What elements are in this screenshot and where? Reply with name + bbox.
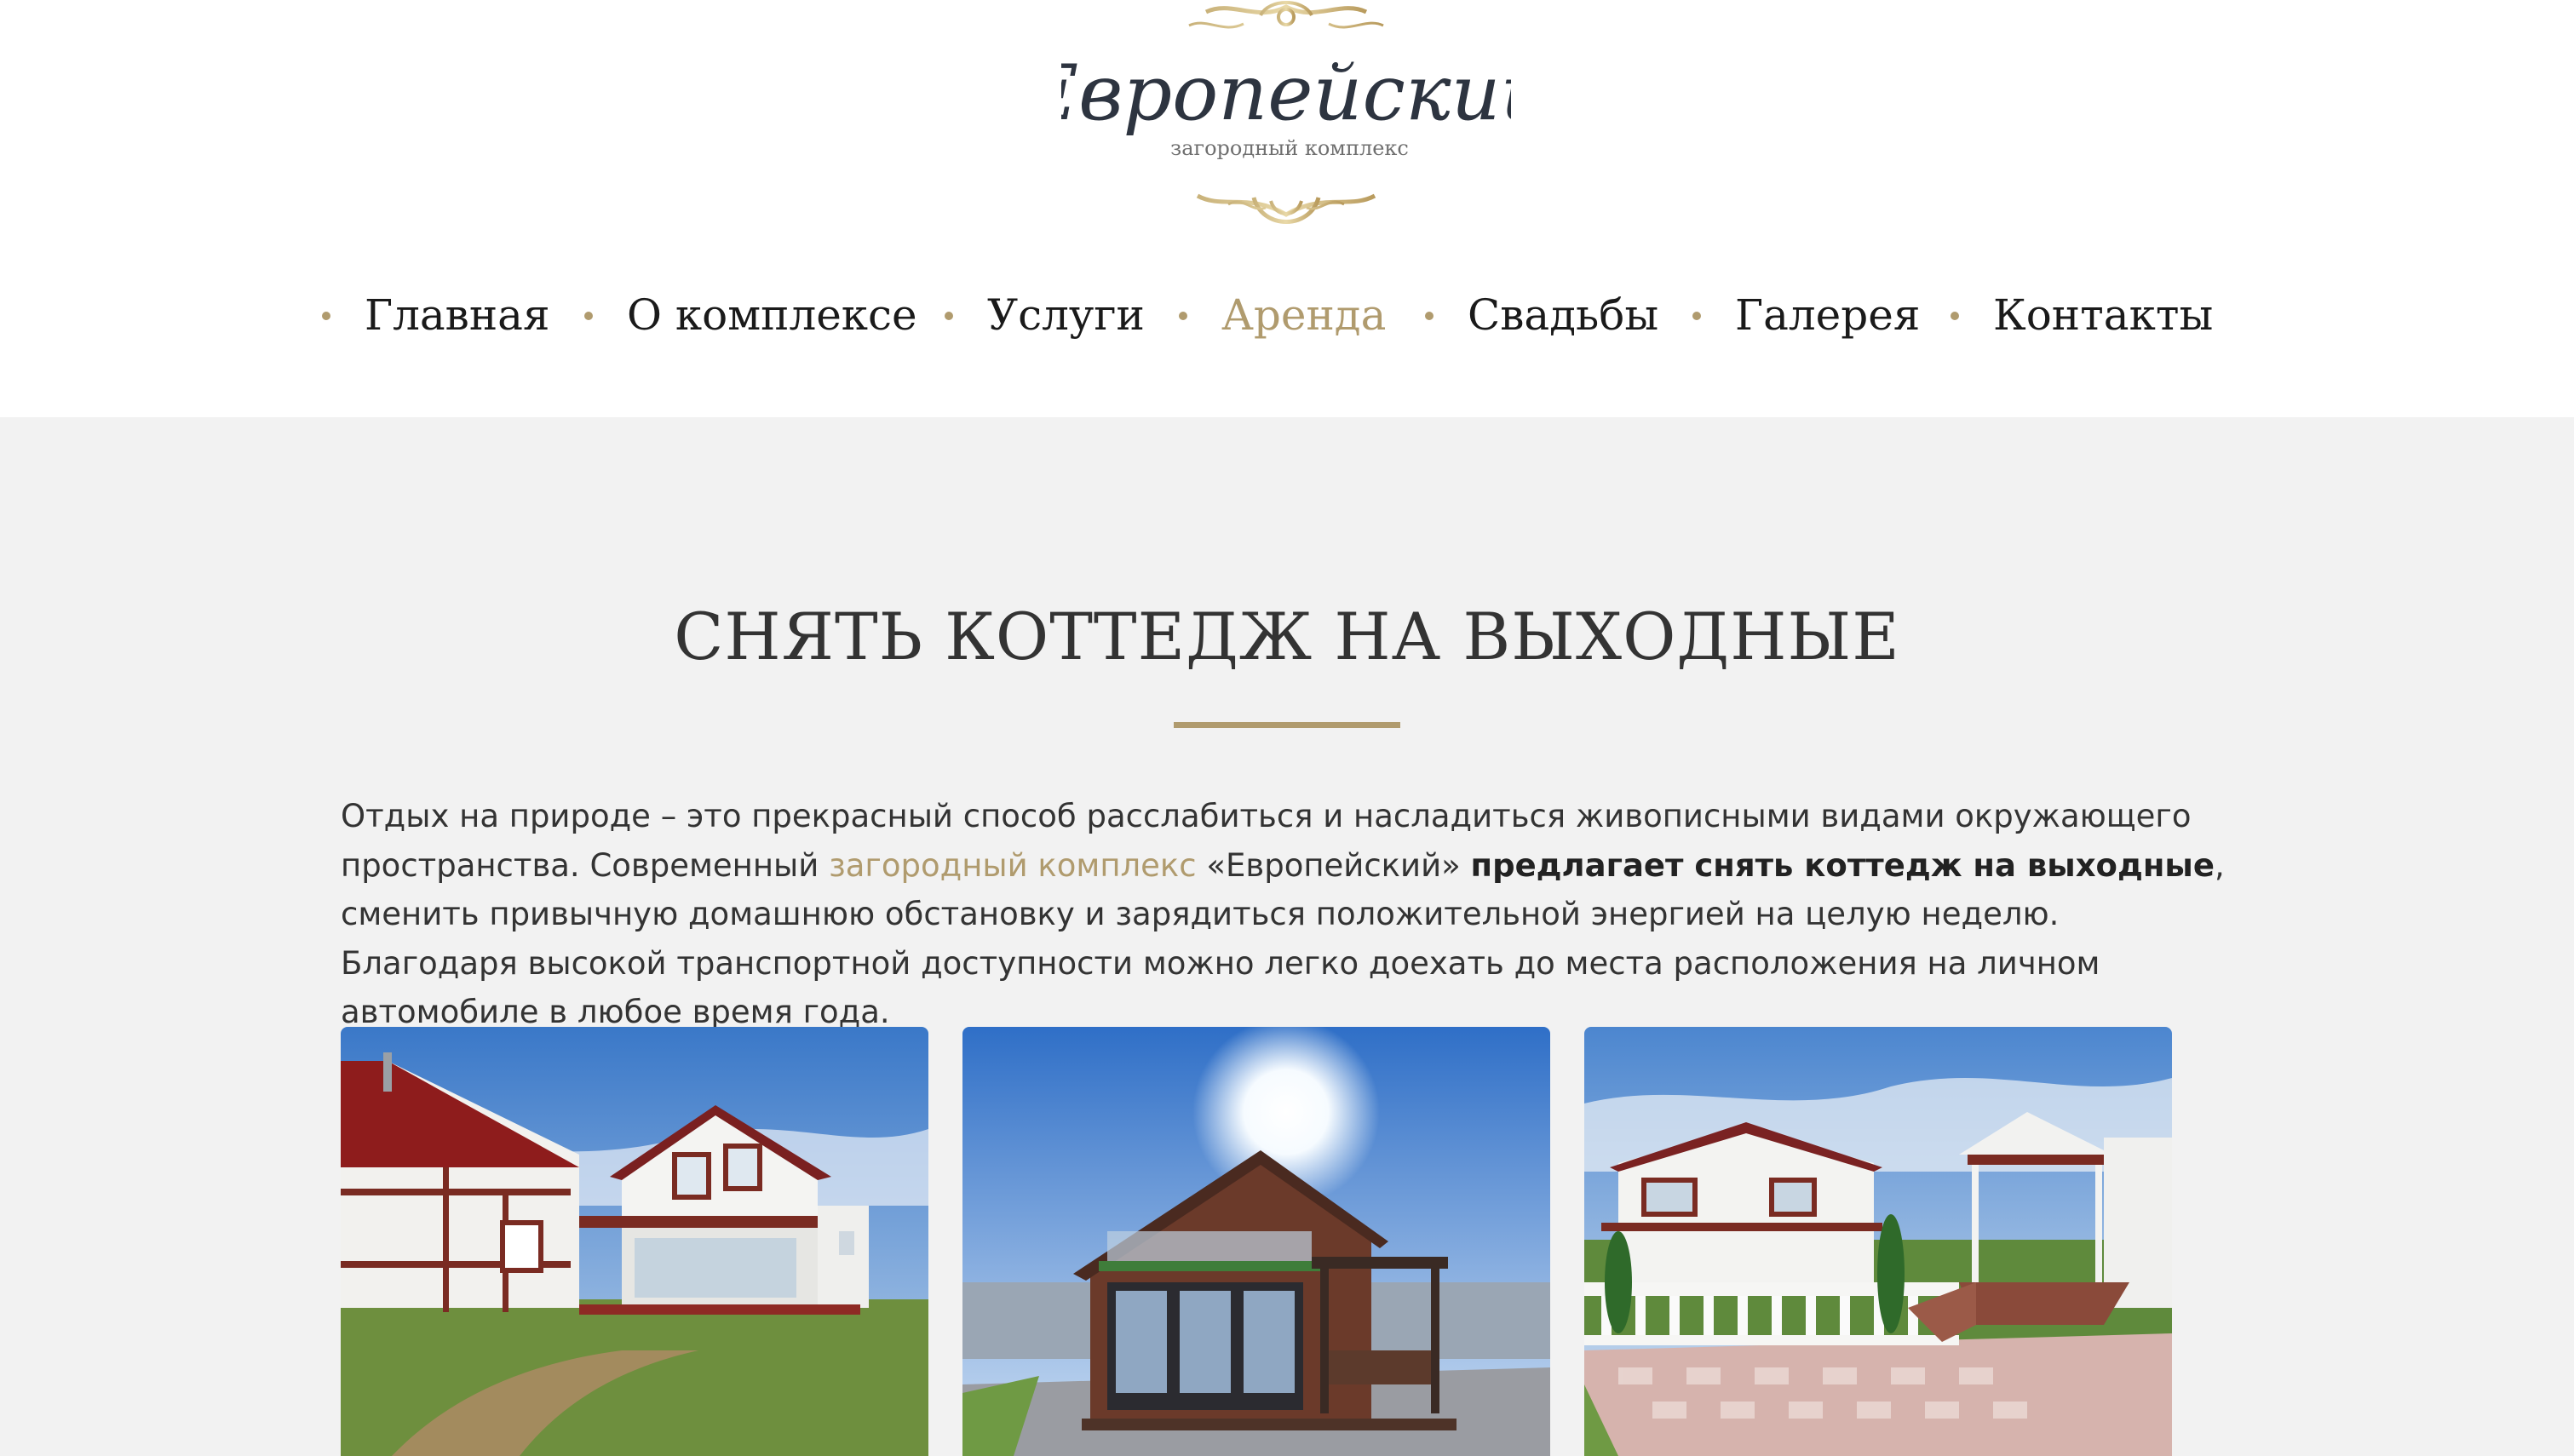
nav-label: Услуги [987, 290, 1145, 340]
nav-label: Свадьбы [1468, 290, 1659, 340]
bullet-icon [945, 312, 953, 320]
bullet-icon [584, 312, 593, 320]
intro-text: «Европейский» [1196, 846, 1471, 884]
page-title: СНЯТЬ КОТТЕДЖ НА ВЫХОДНЫЕ [674, 599, 1900, 674]
bullet-icon [1951, 312, 1959, 320]
site-header: Европейский загородный комплекс Главная … [0, 0, 2574, 417]
cottage-photo-brown-sun [962, 1027, 1550, 1456]
bullet-icon [1179, 312, 1187, 320]
bullet-icon [322, 312, 330, 320]
title-divider [1174, 722, 1400, 728]
main-content: СНЯТЬ КОТТЕДЖ НА ВЫХОДНЫЕ Отдых на приро… [0, 417, 2574, 1456]
nav-label: Главная [365, 290, 550, 340]
nav-label: Галерея [1735, 290, 1921, 340]
bullet-icon [1692, 312, 1701, 320]
nav-label: Аренда [1221, 290, 1387, 340]
nav-label: Контакты [1993, 290, 2214, 340]
cottage-photo-terrace [1584, 1027, 2172, 1456]
intro-bold-text: предлагает снять коттедж на выходные [1470, 846, 2215, 884]
bullet-icon [1425, 312, 1434, 320]
gallery-card-1[interactable] [341, 1027, 928, 1456]
site-logo[interactable]: Европейский загородный комплекс [1061, 0, 1511, 235]
main-nav: Главная О комплексе Услуги Аренда Свадьб… [0, 279, 2574, 351]
intro-paragraph: Отдых на природе – это прекрасный способ… [341, 792, 2240, 1037]
gallery-card-3[interactable] [1584, 1027, 2172, 1456]
complex-link[interactable]: загородный комплекс [829, 847, 1197, 884]
cottage-photo-white-red [341, 1027, 928, 1456]
logo-name: Европейский [1061, 49, 1511, 138]
nav-label: О комплексе [627, 290, 917, 340]
gallery-card-2[interactable] [962, 1027, 1550, 1456]
logo-tagline: загородный комплекс [1170, 136, 1409, 160]
